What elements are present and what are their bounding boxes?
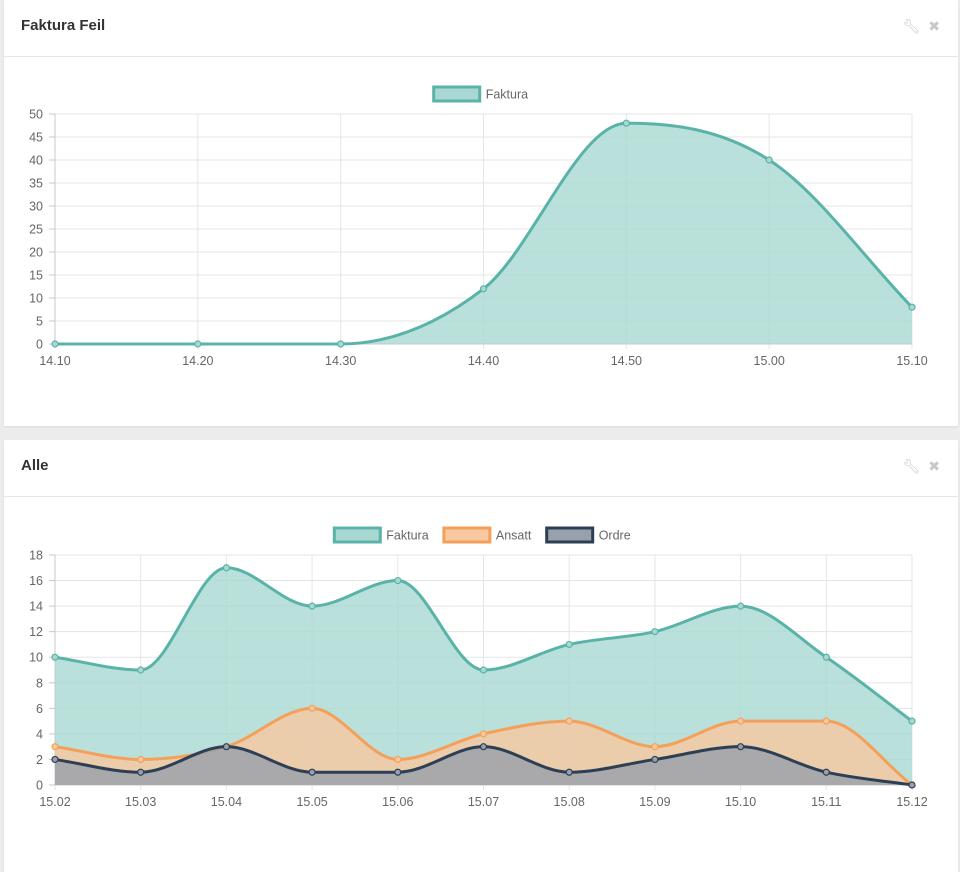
- data-point: [51, 653, 59, 661]
- data-point: [651, 743, 659, 751]
- x-tick-label: 15.10: [896, 354, 927, 368]
- legend-swatch: [332, 526, 382, 544]
- legend-item: Faktura: [432, 85, 528, 103]
- x-tick-label: 15.00: [754, 354, 785, 368]
- data-point: [137, 768, 145, 776]
- y-tick-label: 25: [29, 223, 43, 237]
- y-tick-label: 50: [29, 108, 43, 122]
- y-tick-label: 30: [29, 200, 43, 214]
- data-point: [194, 340, 202, 348]
- data-point: [908, 303, 916, 311]
- data-point: [622, 119, 630, 127]
- data-point: [51, 755, 59, 764]
- data-point: [222, 743, 230, 751]
- data-point: [651, 755, 659, 764]
- data-point: [822, 653, 830, 661]
- x-tick-label: 14.40: [468, 354, 499, 368]
- legend-swatch: [442, 526, 492, 544]
- x-tick-label: 15.02: [39, 795, 70, 809]
- legend-swatch: [432, 85, 482, 103]
- charts-canvas: 0510152025303540455014.10 14.20 14.30 14.40…: [29, 85, 928, 809]
- x-tick-label: 15.06: [382, 795, 413, 809]
- y-tick-label: 0: [36, 779, 43, 793]
- y-tick-label: 10: [29, 651, 43, 665]
- data-point: [765, 156, 773, 164]
- x-tick-label: 14.10: [39, 354, 70, 368]
- data-point: [337, 340, 345, 348]
- y-tick-label: 2: [36, 753, 43, 767]
- data-point: [394, 576, 402, 585]
- x-tick-label: 15.11: [811, 795, 841, 809]
- y-tick-label: 45: [29, 131, 43, 145]
- y-tick-label: 4: [36, 727, 43, 741]
- legend-label: Ordre: [599, 529, 631, 543]
- x-tick-label: 15.08: [554, 795, 585, 809]
- data-point: [736, 743, 745, 751]
- data-point: [394, 755, 402, 764]
- x-tick-label: 15.07: [468, 795, 499, 809]
- legend-label: Faktura: [386, 529, 428, 543]
- data-point: [479, 730, 488, 738]
- legend: Faktura Ansatt Ordre: [332, 526, 631, 544]
- x-tick-label: 15.04: [211, 795, 242, 809]
- legend: Faktura: [432, 85, 528, 103]
- x-tick-label: 14.20: [182, 354, 213, 368]
- x-tick-label: 15.10: [725, 795, 756, 809]
- data-point: [565, 768, 573, 776]
- data-point: [479, 743, 488, 751]
- legend-item: Ansatt: [442, 526, 532, 544]
- y-tick-label: 0: [36, 338, 43, 352]
- data-point: [308, 768, 316, 776]
- y-tick-label: 15: [29, 269, 43, 283]
- data-point: [736, 717, 745, 725]
- data-point: [222, 564, 230, 572]
- x-tick-label: 15.03: [125, 795, 156, 809]
- y-tick-label: 35: [29, 177, 43, 191]
- y-tick-label: 16: [29, 574, 43, 588]
- data-point: [736, 602, 745, 610]
- y-tick-label: 18: [29, 549, 43, 563]
- data-point: [308, 602, 316, 610]
- y-tick-label: 10: [29, 292, 43, 306]
- chart-2: 0 2 4 6 8 10 12 14 16 18 15.02 15.03 15.04 15.05 15.06…: [29, 526, 928, 809]
- data-point: [479, 285, 488, 293]
- data-point: [479, 666, 488, 674]
- chart-1: 0 5 10 15 20 25 30 35 40 45 50 14.10 14.20 14.30 14.40…: [29, 85, 928, 368]
- legend-label: Faktura: [486, 88, 528, 102]
- data-point: [137, 666, 145, 674]
- y-tick-label: 8: [36, 676, 43, 690]
- data-point: [908, 717, 916, 725]
- y-tick-label: 6: [36, 702, 43, 716]
- y-tick-label: 40: [29, 154, 43, 168]
- data-point: [565, 717, 573, 725]
- x-tick-label: 14.30: [325, 354, 356, 368]
- y-tick-label: 12: [29, 625, 43, 639]
- data-point: [565, 640, 573, 649]
- data-point: [51, 743, 59, 751]
- legend-item: Faktura: [332, 526, 429, 544]
- legend-swatch: [545, 526, 595, 544]
- data-point: [137, 755, 145, 764]
- x-tick-label: 15.09: [639, 795, 670, 809]
- data-point: [822, 768, 830, 776]
- data-point: [51, 340, 59, 348]
- x-tick-label: 15.05: [296, 795, 327, 809]
- y-tick-label: 14: [29, 600, 43, 614]
- data-point: [651, 628, 659, 636]
- data-point: [822, 717, 830, 725]
- y-tick-label: 5: [36, 315, 43, 329]
- x-tick-label: 14.50: [611, 354, 642, 368]
- x-tick-label: 15.12: [896, 795, 927, 809]
- data-point: [394, 768, 402, 776]
- data-point: [908, 781, 916, 789]
- legend-item: Ordre: [545, 526, 631, 544]
- data-point: [308, 704, 316, 712]
- y-tick-label: 20: [29, 246, 43, 260]
- legend-label: Ansatt: [496, 529, 532, 543]
